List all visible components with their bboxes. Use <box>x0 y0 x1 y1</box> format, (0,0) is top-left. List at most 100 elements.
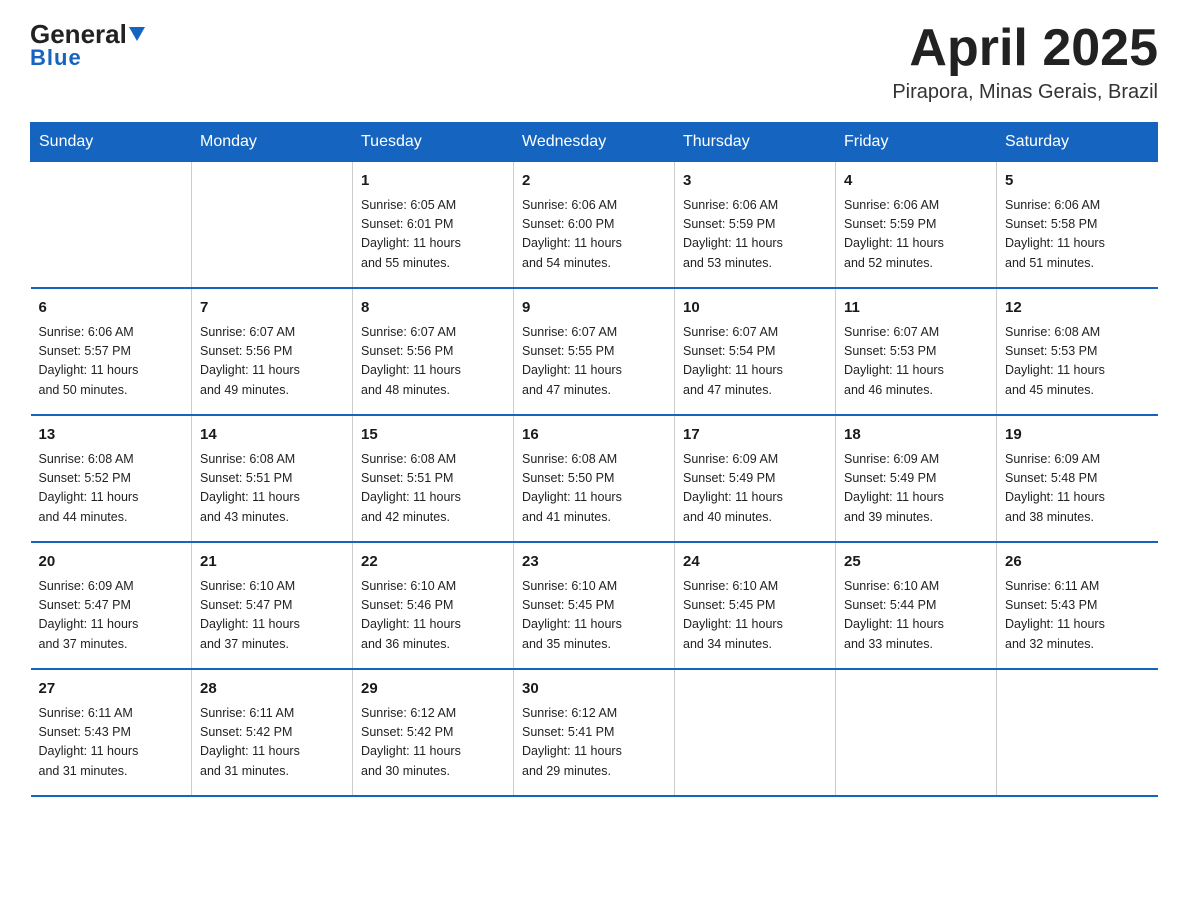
day-number: 30 <box>522 678 666 701</box>
calendar-cell: 25 Sunrise: 6:10 AM Sunset: 5:44 PM Dayli… <box>836 542 997 669</box>
column-header-tuesday: Tuesday <box>353 123 514 162</box>
day-info: Sunrise: 6:12 AM Sunset: 5:41 PM Dayligh… <box>522 704 666 782</box>
day-info: Sunrise: 6:08 AM Sunset: 5:52 PM Dayligh… <box>39 450 184 528</box>
day-info: Sunrise: 6:07 AM Sunset: 5:56 PM Dayligh… <box>361 323 505 401</box>
calendar-cell: 26Sunrise: 6:11 AM Sunset: 5:43 PM Dayli… <box>997 542 1158 669</box>
calendar-cell: 11 Sunrise: 6:07 AM Sunset: 5:53 PM Dayli… <box>836 288 997 415</box>
calendar-week-row: 6 Sunrise: 6:06 AM Sunset: 5:57 PM Daylig… <box>31 288 1158 415</box>
calendar-cell: 9 Sunrise: 6:07 AM Sunset: 5:55 PM Daylig… <box>514 288 675 415</box>
location-title: Pirapora, Minas Gerais, Brazil <box>892 81 1158 104</box>
day-number: 13 <box>39 424 184 447</box>
calendar-cell: 18 Sunrise: 6:09 AM Sunset: 5:49 PM Dayli… <box>836 415 997 542</box>
day-info: Sunrise: 6:10 AM Sunset: 5:45 PM Dayligh… <box>683 577 827 655</box>
day-number: 7 <box>200 297 344 320</box>
day-number: 25 <box>844 551 988 574</box>
day-number: 10 <box>683 297 827 320</box>
month-title: April 2025 <box>892 20 1158 77</box>
day-info: Sunrise: 6:05 AM Sunset: 6:01 PM Dayligh… <box>361 196 505 274</box>
calendar-week-row: 20 Sunrise: 6:09 AM Sunset: 5:47 PM Dayli… <box>31 542 1158 669</box>
calendar-cell: 14 Sunrise: 6:08 AM Sunset: 5:51 PM Dayli… <box>192 415 353 542</box>
day-info: Sunrise: 6:10 AM Sunset: 5:47 PM Dayligh… <box>200 577 344 655</box>
column-header-monday: Monday <box>192 123 353 162</box>
day-info: Sunrise: 6:08 AM Sunset: 5:53 PM Dayligh… <box>1005 323 1150 401</box>
calendar-cell: 17 Sunrise: 6:09 AM Sunset: 5:49 PM Dayli… <box>675 415 836 542</box>
day-number: 8 <box>361 297 505 320</box>
day-number: 14 <box>200 424 344 447</box>
day-number: 2 <box>522 170 666 193</box>
day-number: 18 <box>844 424 988 447</box>
day-info: Sunrise: 6:07 AM Sunset: 5:54 PM Dayligh… <box>683 323 827 401</box>
calendar-cell <box>836 669 997 796</box>
day-info: Sunrise: 6:06 AM Sunset: 5:59 PM Dayligh… <box>844 196 988 274</box>
calendar-cell: 30 Sunrise: 6:12 AM Sunset: 5:41 PM Dayli… <box>514 669 675 796</box>
title-block: April 2025 Pirapora, Minas Gerais, Brazi… <box>892 20 1158 104</box>
calendar-cell: 24Sunrise: 6:10 AM Sunset: 5:45 PM Dayli… <box>675 542 836 669</box>
day-info: Sunrise: 6:10 AM Sunset: 5:44 PM Dayligh… <box>844 577 988 655</box>
calendar-cell: 2Sunrise: 6:06 AM Sunset: 6:00 PM Daylig… <box>514 162 675 289</box>
column-header-sunday: Sunday <box>31 123 192 162</box>
calendar-cell: 5 Sunrise: 6:06 AM Sunset: 5:58 PM Daylig… <box>997 162 1158 289</box>
calendar-cell: 22 Sunrise: 6:10 AM Sunset: 5:46 PM Dayli… <box>353 542 514 669</box>
day-info: Sunrise: 6:07 AM Sunset: 5:53 PM Dayligh… <box>844 323 988 401</box>
logo-blue-text: Blue <box>30 45 82 71</box>
day-number: 26 <box>1005 551 1150 574</box>
calendar-cell: 21Sunrise: 6:10 AM Sunset: 5:47 PM Dayli… <box>192 542 353 669</box>
day-number: 28 <box>200 678 344 701</box>
calendar-cell: 23 Sunrise: 6:10 AM Sunset: 5:45 PM Dayli… <box>514 542 675 669</box>
day-number: 29 <box>361 678 505 701</box>
day-info: Sunrise: 6:06 AM Sunset: 5:59 PM Dayligh… <box>683 196 827 274</box>
calendar-cell: 4Sunrise: 6:06 AM Sunset: 5:59 PM Daylig… <box>836 162 997 289</box>
day-info: Sunrise: 6:11 AM Sunset: 5:42 PM Dayligh… <box>200 704 344 782</box>
day-number: 11 <box>844 297 988 320</box>
calendar-cell: 27 Sunrise: 6:11 AM Sunset: 5:43 PM Dayli… <box>31 669 192 796</box>
calendar-cell: 8 Sunrise: 6:07 AM Sunset: 5:56 PM Daylig… <box>353 288 514 415</box>
day-info: Sunrise: 6:09 AM Sunset: 5:49 PM Dayligh… <box>844 450 988 528</box>
day-info: Sunrise: 6:08 AM Sunset: 5:51 PM Dayligh… <box>361 450 505 528</box>
calendar-cell: 7Sunrise: 6:07 AM Sunset: 5:56 PM Daylig… <box>192 288 353 415</box>
day-number: 20 <box>39 551 184 574</box>
calendar-cell: 1 Sunrise: 6:05 AM Sunset: 6:01 PM Daylig… <box>353 162 514 289</box>
day-number: 1 <box>361 170 505 193</box>
calendar-header-row: SundayMondayTuesdayWednesdayThursdayFrid… <box>31 123 1158 162</box>
day-number: 22 <box>361 551 505 574</box>
day-number: 9 <box>522 297 666 320</box>
day-number: 6 <box>39 297 184 320</box>
day-info: Sunrise: 6:09 AM Sunset: 5:47 PM Dayligh… <box>39 577 184 655</box>
calendar-cell: 29 Sunrise: 6:12 AM Sunset: 5:42 PM Dayli… <box>353 669 514 796</box>
calendar-cell: 3 Sunrise: 6:06 AM Sunset: 5:59 PM Daylig… <box>675 162 836 289</box>
day-info: Sunrise: 6:08 AM Sunset: 5:51 PM Dayligh… <box>200 450 344 528</box>
day-number: 16 <box>522 424 666 447</box>
day-info: Sunrise: 6:11 AM Sunset: 5:43 PM Dayligh… <box>39 704 184 782</box>
page-header: General Blue April 2025 Pirapora, Minas … <box>30 20 1158 104</box>
day-number: 12 <box>1005 297 1150 320</box>
day-info: Sunrise: 6:12 AM Sunset: 5:42 PM Dayligh… <box>361 704 505 782</box>
day-number: 19 <box>1005 424 1150 447</box>
day-info: Sunrise: 6:08 AM Sunset: 5:50 PM Dayligh… <box>522 450 666 528</box>
logo-triangle-icon <box>129 27 145 41</box>
calendar-cell: 13 Sunrise: 6:08 AM Sunset: 5:52 PM Dayli… <box>31 415 192 542</box>
calendar-cell: 20 Sunrise: 6:09 AM Sunset: 5:47 PM Dayli… <box>31 542 192 669</box>
calendar-cell: 15 Sunrise: 6:08 AM Sunset: 5:51 PM Dayli… <box>353 415 514 542</box>
day-info: Sunrise: 6:06 AM Sunset: 5:57 PM Dayligh… <box>39 323 184 401</box>
day-info: Sunrise: 6:09 AM Sunset: 5:49 PM Dayligh… <box>683 450 827 528</box>
day-info: Sunrise: 6:10 AM Sunset: 5:45 PM Dayligh… <box>522 577 666 655</box>
day-number: 5 <box>1005 170 1150 193</box>
calendar-cell: 16 Sunrise: 6:08 AM Sunset: 5:50 PM Dayli… <box>514 415 675 542</box>
day-info: Sunrise: 6:07 AM Sunset: 5:55 PM Dayligh… <box>522 323 666 401</box>
column-header-saturday: Saturday <box>997 123 1158 162</box>
calendar-cell <box>192 162 353 289</box>
day-number: 3 <box>683 170 827 193</box>
day-info: Sunrise: 6:10 AM Sunset: 5:46 PM Dayligh… <box>361 577 505 655</box>
day-number: 17 <box>683 424 827 447</box>
day-number: 15 <box>361 424 505 447</box>
day-number: 27 <box>39 678 184 701</box>
calendar-cell <box>31 162 192 289</box>
day-number: 23 <box>522 551 666 574</box>
day-info: Sunrise: 6:06 AM Sunset: 5:58 PM Dayligh… <box>1005 196 1150 274</box>
calendar-week-row: 27 Sunrise: 6:11 AM Sunset: 5:43 PM Dayli… <box>31 669 1158 796</box>
column-header-thursday: Thursday <box>675 123 836 162</box>
calendar-table: SundayMondayTuesdayWednesdayThursdayFrid… <box>30 122 1158 797</box>
calendar-cell <box>997 669 1158 796</box>
calendar-week-row: 1 Sunrise: 6:05 AM Sunset: 6:01 PM Daylig… <box>31 162 1158 289</box>
day-info: Sunrise: 6:09 AM Sunset: 5:48 PM Dayligh… <box>1005 450 1150 528</box>
